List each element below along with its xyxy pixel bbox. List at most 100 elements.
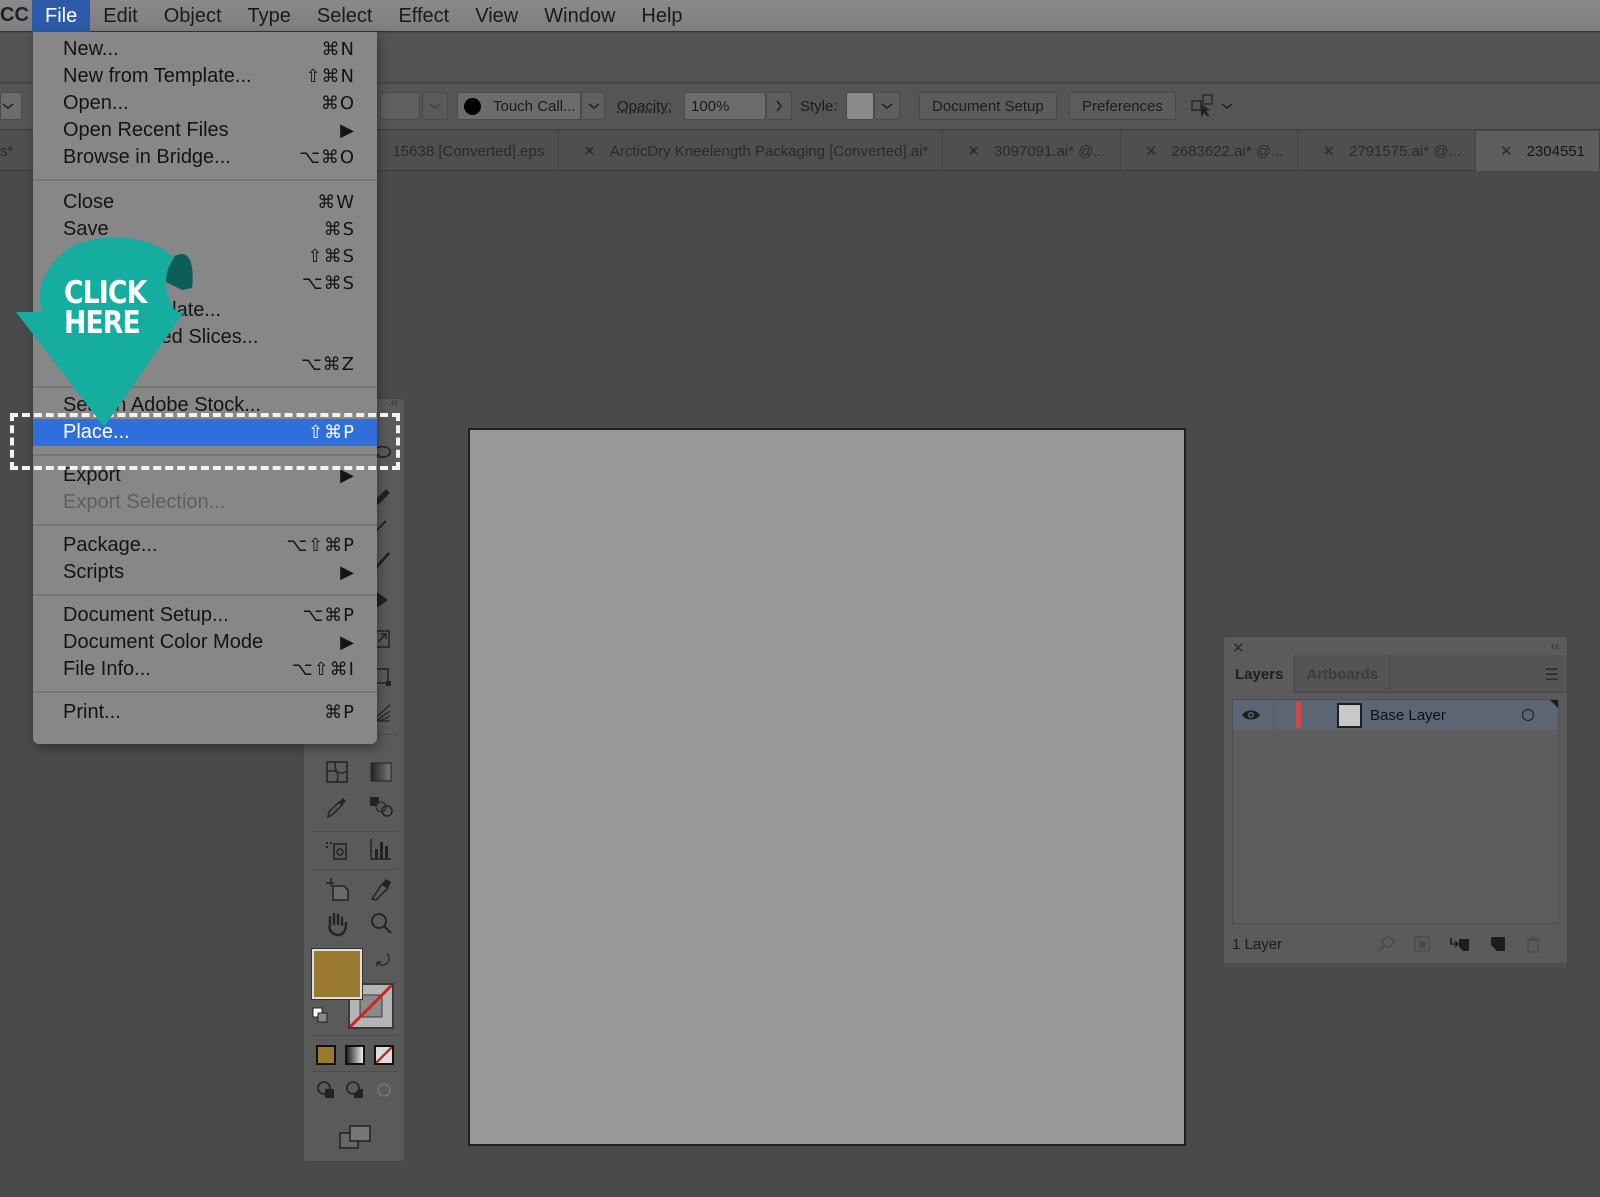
menu-edit[interactable]: Edit [90, 0, 150, 32]
app-menu[interactable]: CC [0, 4, 32, 27]
symbol-sprayer-tool[interactable] [322, 834, 352, 864]
document-tab-active[interactable]: ✕ 2304551 [1476, 131, 1600, 171]
slice-tool[interactable] [366, 874, 396, 904]
selection-select-button[interactable] [1190, 92, 1240, 120]
default-colors-icon[interactable] [312, 1007, 328, 1028]
menu-item-file-info[interactable]: File Info... ⌥⇧⌘I [33, 656, 377, 683]
menu-view[interactable]: View [462, 0, 531, 32]
chevron-down-icon [2, 103, 14, 110]
artboard-icon [326, 878, 349, 901]
close-icon[interactable]: ✕ [1500, 142, 1513, 160]
artboard-tool[interactable] [322, 874, 352, 904]
close-icon[interactable]: ✕ [1322, 142, 1335, 160]
magnifier-icon [371, 913, 392, 934]
menu-effect[interactable]: Effect [385, 0, 462, 32]
close-icon[interactable]: ✕ [583, 142, 596, 160]
layers-panel: ✕ ‹‹ Layers Artboards ☰ Base Layer 1 Lay… [1223, 636, 1568, 970]
menu-object[interactable]: Object [151, 0, 235, 32]
brush-dot-icon [464, 97, 481, 115]
new-layer-icon[interactable] [1489, 935, 1507, 953]
brush-definition-select[interactable]: Touch Call... [457, 92, 581, 120]
swap-colors-icon[interactable]: ⤾ [376, 951, 390, 971]
tab-layers[interactable]: Layers [1224, 655, 1296, 693]
layers-panel-tabs: Layers Artboards [1224, 655, 1567, 693]
locate-object-icon[interactable] [1377, 935, 1395, 953]
menu-item-new[interactable]: New... ⌘N [33, 36, 377, 63]
menu-item-package[interactable]: Package... ⌥⇧⌘P [33, 532, 377, 559]
draw-behind-icon[interactable] [345, 1080, 365, 1100]
screen-mode-button[interactable] [338, 1124, 372, 1155]
stroke-weight-dropdown[interactable] [422, 92, 448, 120]
opacity-label[interactable]: Opacity: [617, 92, 672, 120]
left-dropdown[interactable] [0, 92, 22, 120]
menu-item-print[interactable]: Print... ⌘P [33, 699, 377, 726]
close-icon[interactable]: ✕ [967, 142, 980, 160]
style-swatch[interactable] [846, 92, 874, 120]
menu-item-open-recent[interactable]: Open Recent Files ▶ [33, 117, 377, 144]
opacity-input[interactable]: 100% [684, 92, 766, 120]
fill-swatch[interactable] [311, 948, 363, 1000]
draw-normal-icon[interactable] [316, 1080, 336, 1100]
layers-footer: 1 Layer [1224, 925, 1567, 963]
document-setup-button[interactable]: Document Setup [919, 92, 1057, 120]
layer-name[interactable]: Base Layer [1370, 707, 1446, 724]
menu-item-scripts[interactable]: Scripts ▶ [33, 559, 377, 586]
target-circle-icon[interactable] [1522, 709, 1534, 721]
menu-separator [33, 179, 377, 181]
brush-dropdown[interactable] [581, 92, 605, 120]
submenu-arrow-icon: ▶ [340, 562, 355, 583]
menu-item-document-color-mode[interactable]: Document Color Mode ▶ [33, 629, 377, 656]
menu-window[interactable]: Window [531, 0, 628, 32]
new-sublayer-icon[interactable] [1449, 935, 1471, 953]
document-tab[interactable]: ✕ 2791575.ai* @... [1298, 131, 1477, 171]
eyedropper-tool[interactable] [322, 792, 352, 822]
opacity-arrow-button[interactable] [766, 92, 792, 120]
chevron-down-icon [429, 103, 441, 110]
gradient-tool[interactable] [366, 757, 396, 787]
menu-item-close[interactable]: Close ⌘W [33, 189, 377, 216]
eyedropper-icon [326, 798, 346, 819]
layers-list: Base Layer [1232, 699, 1559, 924]
submenu-arrow-icon: ▶ [340, 632, 355, 653]
menu-item-new-from-template[interactable]: New from Template... ⇧⌘N [33, 63, 377, 90]
menu-separator [33, 691, 377, 693]
style-dropdown[interactable] [874, 92, 900, 120]
document-tab[interactable]: ✕ ArcticDry Kneelength Packaging [Convert… [559, 131, 944, 171]
clipping-mask-icon[interactable] [1413, 935, 1431, 953]
none-mode-button[interactable] [373, 1045, 394, 1065]
collapse-icon[interactable]: ‹‹ [1551, 639, 1559, 653]
chevron-down-icon [881, 103, 893, 110]
menu-file[interactable]: File [32, 0, 91, 32]
panel-resize-handle[interactable] [1224, 963, 1567, 969]
preferences-button[interactable]: Preferences [1069, 92, 1176, 120]
draw-inside-icon[interactable] [374, 1080, 394, 1100]
graph-tool[interactable] [366, 834, 396, 864]
tab-artboards[interactable]: Artboards [1295, 655, 1391, 693]
mesh-tool[interactable] [322, 757, 352, 787]
blend-tool[interactable] [366, 792, 396, 822]
submenu-arrow-icon: ▶ [340, 120, 355, 141]
symbol-sprayer-icon [326, 842, 347, 860]
menu-help[interactable]: Help [628, 0, 695, 32]
stroke-weight-field[interactable] [380, 92, 420, 120]
layer-row[interactable]: Base Layer [1233, 700, 1558, 730]
close-icon[interactable]: ✕ [1145, 142, 1158, 160]
gradient-mode-button[interactable] [344, 1045, 365, 1065]
hand-tool[interactable] [322, 909, 352, 939]
document-tab[interactable]: ✕ 2683622.ai* @... [1121, 131, 1299, 171]
trash-icon[interactable] [1525, 935, 1541, 953]
menu-item-document-setup[interactable]: Document Setup... ⌥⌘P [33, 602, 377, 629]
menu-item-export-selection: Export Selection... [63, 491, 226, 513]
collapse-icon[interactable]: ‹‹ [391, 397, 398, 409]
blend-icon [370, 797, 393, 817]
panel-menu-icon[interactable]: ☰ [1545, 665, 1559, 685]
menu-item-open[interactable]: Open... ⌘O [33, 90, 377, 117]
document-tab[interactable]: ✕ 3097091.ai* @... [943, 131, 1121, 171]
menu-type[interactable]: Type [235, 0, 304, 32]
zoom-tool[interactable] [366, 909, 396, 939]
menu-item-browse-bridge[interactable]: Browse in Bridge... ⌥⌘O [33, 144, 377, 171]
menu-select[interactable]: Select [304, 0, 386, 32]
artboard[interactable] [468, 428, 1186, 1146]
color-mode-button[interactable] [316, 1045, 337, 1065]
eye-icon[interactable] [1241, 708, 1261, 722]
